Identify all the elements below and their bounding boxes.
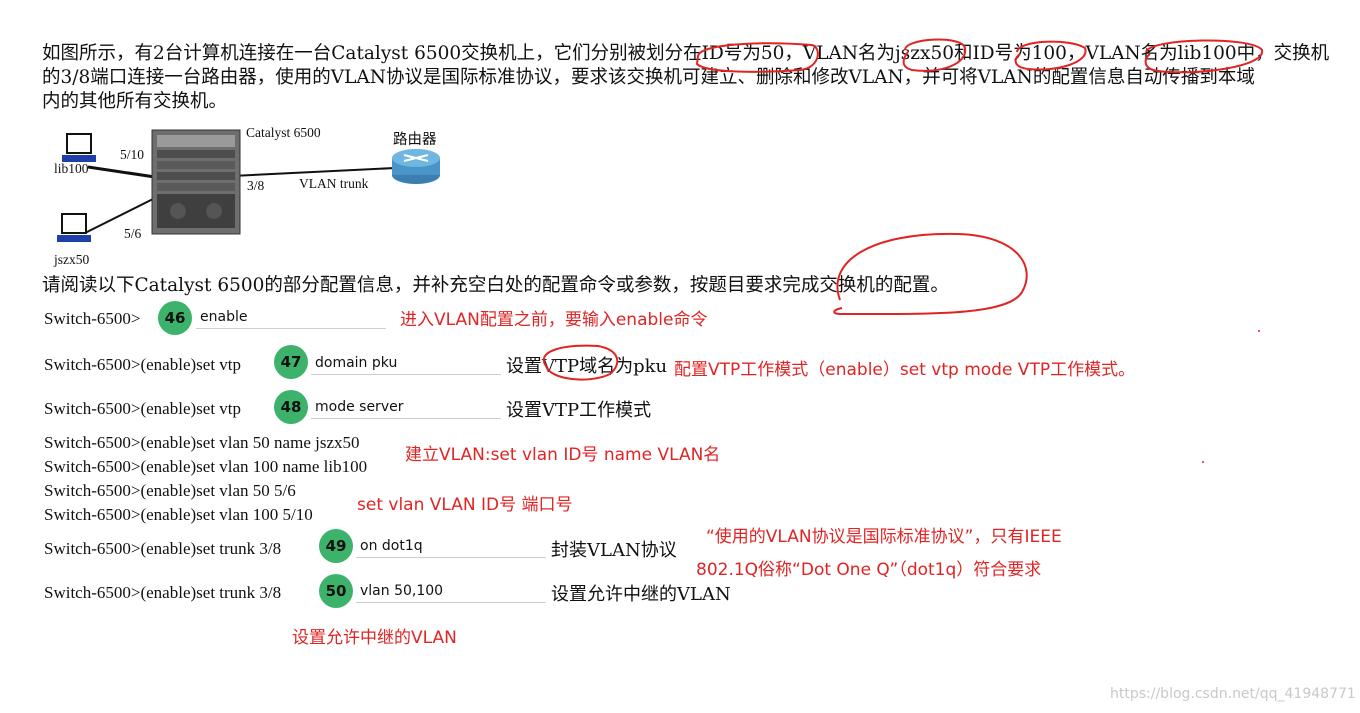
circle-switch-config (833, 232, 1028, 316)
circle-vtp-domain (542, 344, 619, 381)
circle-id50 (695, 42, 819, 73)
circle-lib100 (1144, 39, 1264, 74)
circle-100 (1014, 40, 1087, 71)
red-annotations (542, 38, 1264, 463)
circle-jszx50 (902, 38, 967, 72)
